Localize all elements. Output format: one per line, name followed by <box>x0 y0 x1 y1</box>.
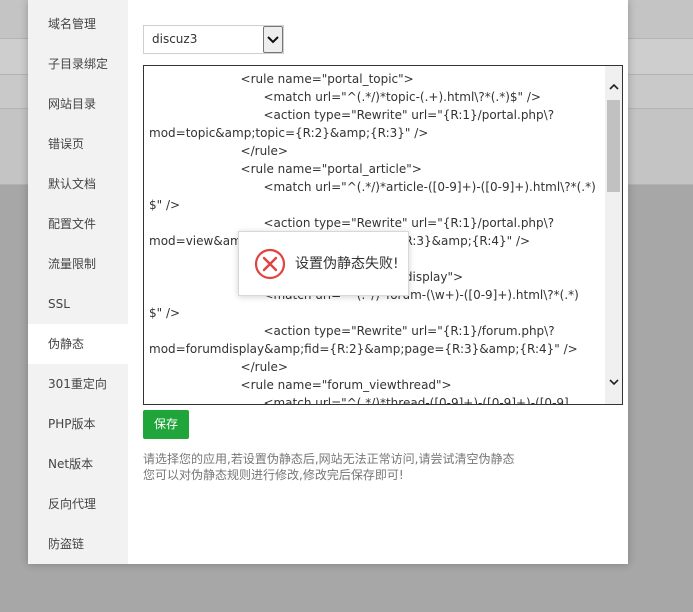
code-line: <match url="^(.*/)*article-([0-9]+)-([0-… <box>149 180 596 194</box>
save-button[interactable]: 保存 <box>143 410 189 439</box>
sidebar-item-domain[interactable]: 域名管理 <box>28 4 128 44</box>
rewrite-template-value: discuz3 <box>152 32 198 46</box>
code-line: $" /> <box>149 198 181 212</box>
error-toast: 设置伪静态失败! <box>238 231 409 296</box>
toast-message: 设置伪静态失败! <box>295 256 399 272</box>
rewrite-template-select[interactable]: discuz3 <box>143 25 284 54</box>
code-line: <action type="Rewrite" url="{R:1}/portal… <box>149 108 555 122</box>
code-line: <rule name="forum_viewthread"> <box>149 378 452 392</box>
code-line: </rule> <box>149 144 288 158</box>
code-line: <rule name="portal_article"> <box>149 162 422 176</box>
code-line: $" /> <box>149 306 181 320</box>
settings-sidebar: 域名管理 子目录绑定 网站目录 错误页 默认文档 配置文件 流量限制 SSL 伪… <box>28 0 128 564</box>
help-text: 请选择您的应用,若设置伪静态后,网站无法正常访问,请尝试清空伪静态 您可以对伪静… <box>143 451 613 483</box>
scroll-up-icon[interactable] <box>605 78 622 95</box>
code-line: <match url="^(.*/)*topic-(.+).html\?*(.*… <box>149 90 541 104</box>
sidebar-item-hotlink-protection[interactable]: 防盗链 <box>28 524 128 564</box>
sidebar-item-redirect-301[interactable]: 301重定向 <box>28 364 128 404</box>
sidebar-item-net-version[interactable]: Net版本 <box>28 444 128 484</box>
code-line: <rule name="portal_topic"> <box>149 72 414 86</box>
scroll-down-icon[interactable] <box>605 374 622 391</box>
error-circle-icon <box>254 248 286 280</box>
sidebar-item-traffic-limit[interactable]: 流量限制 <box>28 244 128 284</box>
sidebar-item-config-file[interactable]: 配置文件 <box>28 204 128 244</box>
sidebar-item-rewrite[interactable]: 伪静态 <box>28 324 128 364</box>
sidebar-item-error-page[interactable]: 错误页 <box>28 124 128 164</box>
sidebar-item-site-directory[interactable]: 网站目录 <box>28 84 128 124</box>
code-line: <action type="Rewrite" url="{R:1}/portal… <box>149 216 555 230</box>
chevron-down-icon[interactable] <box>263 26 283 53</box>
help-line: 请选择您的应用,若设置伪静态后,网站无法正常访问,请尝试清空伪静态 <box>143 452 515 466</box>
sidebar-item-reverse-proxy[interactable]: 反向代理 <box>28 484 128 524</box>
sidebar-item-default-document[interactable]: 默认文档 <box>28 164 128 204</box>
editor-scrollbar[interactable] <box>605 66 622 404</box>
help-line: 您可以对伪静态规则进行修改,修改完后保存即可! <box>143 468 404 482</box>
sidebar-item-php-version[interactable]: PHP版本 <box>28 404 128 444</box>
code-line: mod=topic&amp;topic={R:2}&amp;{R:3}" /> <box>149 126 429 140</box>
sidebar-item-subdir-binding[interactable]: 子目录绑定 <box>28 44 128 84</box>
code-line: mod=forumdisplay&amp;fid={R:2}&amp;page=… <box>149 342 578 356</box>
code-line: </rule> <box>149 360 288 374</box>
sidebar-item-ssl[interactable]: SSL <box>28 284 128 324</box>
scroll-thumb[interactable] <box>607 100 620 192</box>
code-line: <match url="^(.*/)*thread-([0-9]+)-([0-9… <box>149 396 569 405</box>
code-line: <action type="Rewrite" url="{R:1}/forum.… <box>149 324 555 338</box>
